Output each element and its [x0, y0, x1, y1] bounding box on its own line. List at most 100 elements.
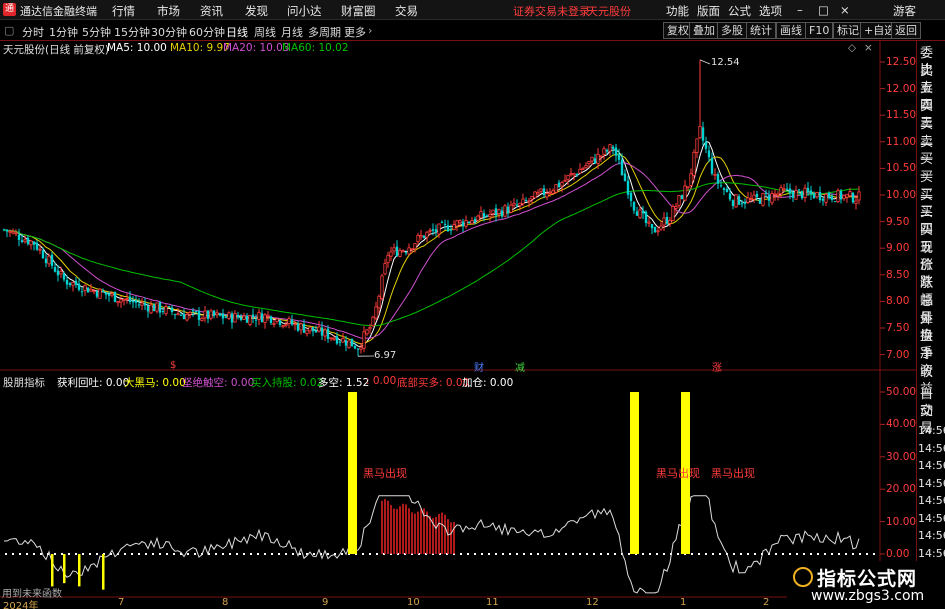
ma20-line [3, 162, 860, 339]
candle-body [512, 202, 516, 206]
price-tick: 11.50 [886, 109, 917, 122]
zero-dot [376, 553, 378, 555]
candle-body [77, 283, 81, 290]
candle-body [26, 237, 30, 245]
candle-body [791, 192, 795, 198]
candle-body [122, 298, 126, 301]
candle-body [563, 179, 567, 182]
candle-body [614, 147, 618, 156]
candle-body [728, 193, 732, 200]
candle-body [545, 193, 549, 198]
small-signal-bar [51, 554, 54, 587]
candle-body [584, 165, 588, 169]
candle-body [248, 314, 252, 325]
price-tick: 8.50 [886, 268, 910, 281]
candle-body [710, 157, 714, 174]
zero-dot [733, 553, 735, 555]
trade-time: 14:56 [918, 546, 945, 560]
diamond-icon[interactable]: ◇ [848, 42, 856, 54]
candle-body [197, 310, 201, 320]
kline-chart[interactable] [0, 0, 945, 609]
candle-body [401, 250, 405, 253]
watermark: 指标公式网 www.zbgs3.com [787, 561, 945, 609]
zero-dot [173, 553, 175, 555]
zero-dot [54, 553, 56, 555]
candle-body [302, 323, 306, 333]
candle-body [500, 210, 504, 217]
candle-body [425, 231, 429, 238]
signal-label: 黑马出现 [711, 467, 755, 480]
event-marker-finance[interactable]: 财 [474, 359, 484, 374]
zero-dot [68, 553, 70, 555]
candle-body [773, 193, 777, 196]
candle-body [734, 194, 738, 208]
price-tick: 12.00 [886, 82, 917, 95]
candle-body [131, 301, 135, 303]
candle-body [404, 252, 408, 254]
candle-body [629, 192, 633, 201]
main-chart-legend: 天元股份(日线 前复权) MA5: 10.00 MA10: 9.97 MA20:… [0, 42, 880, 56]
candle-body [338, 341, 342, 343]
legend-profit: 获利回吐: 0.00 [57, 377, 130, 389]
zero-dot [859, 553, 861, 555]
zero-dot [558, 553, 560, 555]
candle-body [560, 182, 564, 187]
zero-dot [61, 553, 63, 555]
zero-dot [705, 553, 707, 555]
candle-body [407, 247, 411, 255]
indicator-name[interactable]: 股朋指标 [3, 375, 45, 390]
candle-body [224, 316, 228, 318]
event-marker-rise[interactable]: 涨 [712, 359, 722, 374]
candle-body [572, 173, 576, 176]
candle-body [23, 239, 27, 243]
black-horse-signal-bar [348, 392, 357, 554]
candle-body [368, 327, 372, 330]
legend-add: 加仓: 0.00 [462, 377, 514, 389]
watermark-url: www.zbgs3.com [811, 588, 925, 604]
zero-dot [537, 553, 539, 555]
candle-body [305, 329, 309, 334]
event-marker-dollar[interactable]: $ [170, 360, 176, 371]
zero-dot [845, 553, 847, 555]
candle-body [80, 291, 84, 293]
candle-body [443, 223, 447, 225]
candle-body [371, 316, 375, 327]
zero-dot [327, 553, 329, 555]
close-chart-icon[interactable]: × [864, 42, 873, 54]
candle-body [725, 189, 729, 193]
candle-body [272, 323, 276, 325]
candle-body [44, 258, 48, 264]
candle-body [233, 313, 237, 323]
candle-body [722, 188, 726, 190]
candle-body [278, 320, 282, 326]
candle-body [596, 153, 600, 164]
candle-body [581, 167, 585, 170]
candle-body [590, 156, 594, 162]
zero-dot [40, 553, 42, 555]
candle-body [701, 127, 705, 141]
candle-body [737, 196, 741, 205]
zero-dot [131, 553, 133, 555]
legend-dash: : 0.00 [366, 375, 397, 387]
candle-body [386, 254, 390, 264]
price-tick: 7.00 [886, 348, 910, 361]
candle-body [392, 247, 396, 252]
candle-body [413, 243, 417, 250]
candle-body [683, 185, 687, 201]
candle-body [641, 210, 645, 214]
indicator-tick: 20.00 [886, 483, 917, 496]
candle-body [434, 229, 438, 232]
candle-body [599, 155, 603, 158]
candle-body [758, 198, 762, 204]
event-marker-reduce[interactable]: 减 [515, 359, 525, 374]
candle-body [89, 288, 93, 292]
zero-dot [271, 553, 273, 555]
candle-body [263, 314, 267, 324]
candle-body [782, 188, 786, 191]
zero-dot [691, 553, 693, 555]
candle-body [476, 215, 480, 221]
candle-body [50, 254, 54, 266]
candle-body [59, 271, 63, 275]
candle-body [689, 173, 693, 186]
candle-body [446, 225, 450, 232]
